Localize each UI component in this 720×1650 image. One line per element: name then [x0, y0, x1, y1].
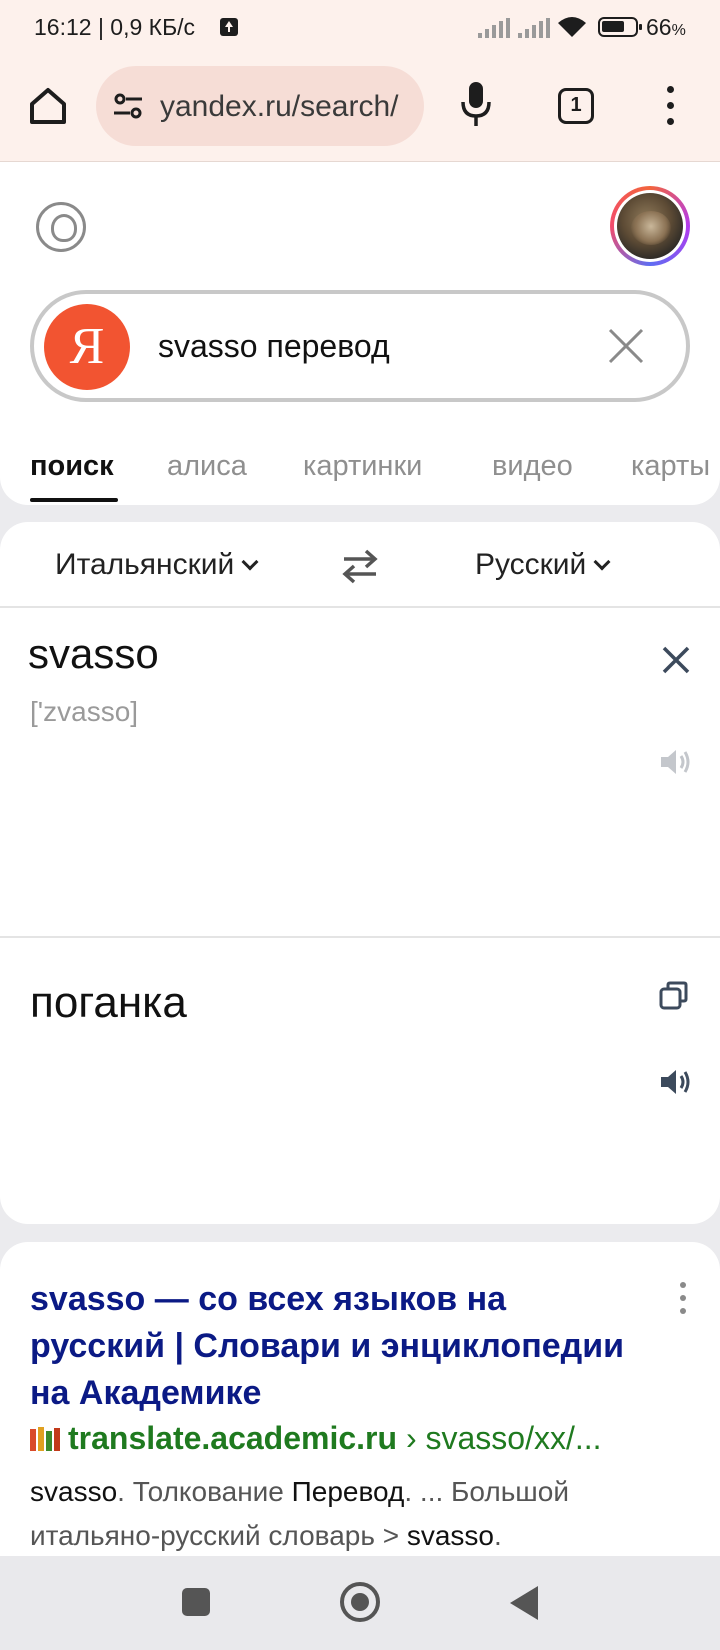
- result-snippet: svasso. Толкование Перевод. ... Большой …: [30, 1476, 569, 1551]
- result-url[interactable]: translate.academic.ru › svasso/xx/...: [30, 1420, 602, 1457]
- home-button[interactable]: [340, 1582, 380, 1622]
- academic-favicon-icon: [30, 1427, 60, 1451]
- copy-icon[interactable]: [658, 980, 690, 1012]
- speaker-icon[interactable]: [658, 746, 694, 778]
- result-title-link[interactable]: svasso — со всех языков на русский | Сло…: [30, 1276, 650, 1417]
- chevron-down-icon: [593, 553, 611, 571]
- signal-icon-2: [518, 18, 550, 38]
- search-tabs: поиск алиса картинки видео карты: [0, 432, 720, 505]
- speaker-icon[interactable]: [658, 1066, 694, 1098]
- target-language-dropdown[interactable]: Русский: [475, 548, 611, 582]
- yandex-logo[interactable]: Я: [44, 304, 130, 390]
- chevron-down-icon: [241, 553, 259, 571]
- search-input[interactable]: svasso перевод: [158, 328, 390, 365]
- search-result: svasso — со всех языков на русский | Сло…: [0, 1242, 720, 1562]
- browser-menu-icon[interactable]: [664, 86, 676, 126]
- home-icon[interactable]: [26, 84, 70, 128]
- site-settings-icon[interactable]: [112, 92, 144, 120]
- address-bar[interactable]: yandex.ru/search/: [96, 66, 424, 146]
- avatar-photo: [617, 193, 683, 259]
- language-selector: Итальянский Русский: [0, 522, 720, 608]
- translation-result: поганка: [30, 978, 187, 1027]
- tab-images[interactable]: картинки: [303, 450, 422, 483]
- result-menu-icon[interactable]: [680, 1282, 688, 1314]
- result-path[interactable]: › svasso/xx/...: [397, 1420, 602, 1456]
- url-text[interactable]: yandex.ru/search/: [160, 90, 398, 124]
- status-time: 16:12 | 0,9 КБ/с: [34, 14, 196, 40]
- browser-toolbar: yandex.ru/search/ 1: [0, 56, 720, 162]
- source-language-dropdown[interactable]: Итальянский: [55, 548, 259, 582]
- source-word[interactable]: svasso: [28, 630, 159, 678]
- battery-icon: [598, 17, 642, 37]
- close-icon[interactable]: [660, 644, 692, 676]
- avatar[interactable]: [610, 186, 690, 266]
- tab-alice[interactable]: алиса: [167, 450, 247, 483]
- tab-video[interactable]: видео: [492, 450, 573, 483]
- system-navigation-bar: [0, 1556, 720, 1650]
- status-bar: 16:12 | 0,9 КБ/с 66%: [0, 0, 720, 56]
- signal-icon: [478, 18, 510, 38]
- microphone-icon[interactable]: [458, 80, 494, 128]
- tab-switcher-button[interactable]: 1: [558, 88, 594, 124]
- result-domain[interactable]: translate.academic.ru: [68, 1420, 397, 1456]
- alice-icon[interactable]: [36, 202, 86, 252]
- search-header: Я svasso перевод поиск алиса картинки ви…: [0, 162, 720, 505]
- translator-card: Итальянский Русский svasso ['zvasso] пог…: [0, 522, 720, 1224]
- upload-icon: [220, 18, 238, 36]
- tab-search[interactable]: поиск: [30, 450, 114, 483]
- back-button[interactable]: [510, 1586, 538, 1620]
- transcription: ['zvasso]: [30, 696, 139, 727]
- active-tab-indicator: [30, 498, 118, 502]
- tab-maps[interactable]: карты: [631, 450, 710, 483]
- wifi-icon: [558, 17, 586, 37]
- search-box[interactable]: Я svasso перевод: [30, 290, 690, 402]
- swap-languages-icon[interactable]: [340, 546, 380, 586]
- battery-percent: 66%: [646, 14, 686, 40]
- source-text-area[interactable]: svasso ['zvasso]: [0, 608, 720, 938]
- recents-button[interactable]: [182, 1588, 210, 1616]
- clear-search-icon[interactable]: [604, 324, 648, 368]
